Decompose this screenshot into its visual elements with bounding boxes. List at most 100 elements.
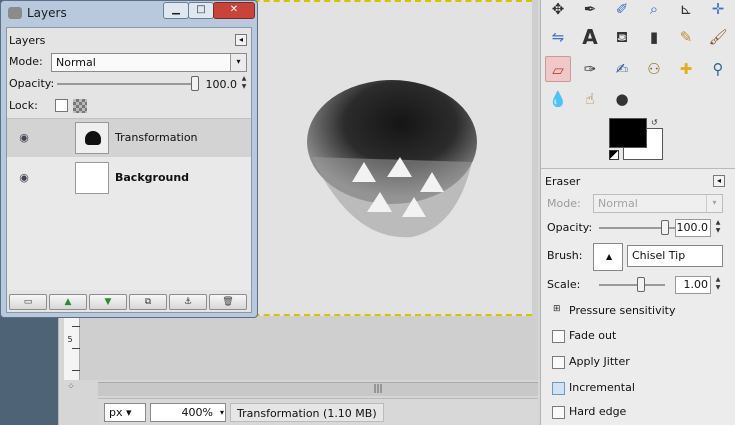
toolbox: ✥ ✒ ✐ ⌕ ⊾ ✛ ⇋ A ⛾ ▮ ✎ 🖌 ▱ ✑ ✍ ⚇ ✚ ⚲ 💧 ☝ …	[540, 0, 735, 425]
hard-edge-option[interactable]: Hard edge	[541, 401, 735, 423]
hard-edge-checkbox[interactable]	[552, 406, 565, 419]
swap-colors-icon[interactable]: ↺	[651, 118, 658, 127]
tool-options-title: Eraser	[545, 175, 581, 188]
lock-pixels-checkbox[interactable]	[55, 99, 68, 112]
raise-layer-icon[interactable]: ▲	[49, 294, 87, 310]
new-layer-icon[interactable]: ▭	[9, 294, 47, 310]
mode-value: Normal	[598, 197, 638, 210]
layer-row-transformation[interactable]: ◉ Transformation	[7, 119, 251, 157]
dodge-burn-tool-icon[interactable]: ●	[609, 86, 635, 112]
ink-tool-icon[interactable]: ✍	[609, 56, 635, 82]
apply-jitter-checkbox[interactable]	[552, 356, 565, 369]
mode-label: Mode:	[547, 197, 581, 210]
delete-layer-icon[interactable]: 🗑	[209, 294, 247, 310]
opacity-spinner[interactable]: ▲ ▼	[239, 75, 249, 93]
minimize-button[interactable]: ▁	[163, 2, 189, 19]
color-picker-tool-icon[interactable]: ✐	[609, 0, 635, 22]
expander-plus-icon[interactable]: ⊞	[553, 304, 561, 314]
opacity-slider-handle[interactable]	[661, 220, 669, 235]
reset-colors-icon[interactable]	[609, 150, 619, 160]
layer-name[interactable]: Background	[115, 171, 189, 184]
eye-icon[interactable]: ◉	[17, 171, 31, 185]
scale-slider-track[interactable]	[599, 284, 665, 286]
brush-name-field[interactable]: Chisel Tip	[627, 245, 723, 267]
pressure-sensitivity-label[interactable]: Pressure sensitivity	[569, 304, 675, 317]
clone-tool-icon[interactable]: ⚇	[641, 56, 667, 82]
tool-options-panel: Eraser ◂ Mode: Normal ▾ Opacity: 100.0 ▲…	[541, 168, 735, 425]
paths-tool-icon[interactable]: ✒	[577, 0, 603, 22]
apply-jitter-label[interactable]: Apply Jitter	[569, 355, 630, 368]
perspective-clone-tool-icon[interactable]: ⚲	[705, 56, 731, 82]
flip-tool-icon[interactable]: ⇋	[545, 24, 571, 50]
fade-out-checkbox[interactable]	[552, 330, 565, 343]
mode-label: Mode:	[9, 55, 43, 68]
brush-label: Brush:	[547, 249, 583, 262]
smudge-tool-icon[interactable]: ☝	[577, 86, 603, 112]
gimp-app-icon	[8, 7, 22, 19]
blur-tool-icon[interactable]: 💧	[545, 86, 571, 112]
ruler-tick	[72, 326, 80, 327]
layer-list: ◉ Transformation ◉ Background	[7, 118, 251, 290]
zoom-select[interactable]: 400% ▾	[150, 403, 226, 422]
eraser-tool-icon[interactable]: ▱	[545, 56, 571, 82]
hard-edge-label[interactable]: Hard edge	[569, 405, 626, 418]
tab-menu-icon[interactable]: ◂	[235, 34, 247, 46]
apply-jitter-option[interactable]: Apply Jitter	[541, 351, 735, 373]
opacity-slider-handle[interactable]	[191, 76, 199, 91]
measure-tool-icon[interactable]: ⊾	[673, 0, 699, 22]
airbrush-tool-icon[interactable]: ✑	[577, 56, 603, 82]
pencil-tool-icon[interactable]: ✎	[673, 24, 699, 50]
paintbrush-tool-icon[interactable]: 🖌	[705, 24, 731, 50]
scale-slider-handle[interactable]	[637, 277, 645, 292]
opacity-value[interactable]: 100.0	[675, 219, 711, 237]
opacity-value[interactable]: 100.0	[203, 76, 238, 93]
duplicate-layer-icon[interactable]: ⧉	[129, 294, 167, 310]
chevron-down-icon[interactable]: ▾	[230, 54, 246, 71]
pressure-row[interactable]: ⊞ Pressure sensitivity	[541, 300, 735, 322]
eye-icon[interactable]: ◉	[17, 131, 31, 145]
opacity-spinner[interactable]: ▲ ▼	[713, 219, 723, 237]
close-button[interactable]: ✕	[213, 2, 255, 19]
mode-select[interactable]: Normal ▾	[51, 53, 247, 72]
dialog-title: Layers	[9, 34, 46, 47]
tab-menu-icon[interactable]: ◂	[713, 175, 725, 187]
brush-stroke-image	[307, 80, 477, 238]
quick-mask-toggle[interactable]: ⁘	[62, 382, 80, 396]
window-titlebar[interactable]: Layers ▁ □ ✕	[1, 1, 257, 27]
incremental-label[interactable]: Incremental	[569, 381, 635, 394]
status-bar: px ▾ 400% ▾ Transformation (1.10 MB)	[98, 398, 538, 425]
move-tool-icon[interactable]: ✛	[705, 0, 731, 22]
incremental-checkbox[interactable]	[552, 382, 565, 395]
foreground-color-swatch[interactable]	[609, 118, 647, 148]
brush-shape-icon: ▲	[606, 252, 613, 261]
layer-row-background[interactable]: ◉ Background	[7, 159, 251, 197]
heal-tool-icon[interactable]: ✚	[673, 56, 699, 82]
anchor-layer-icon[interactable]: ⚓	[169, 294, 207, 310]
incremental-option[interactable]: Incremental	[541, 377, 735, 399]
opacity-label: Opacity:	[9, 77, 55, 90]
maximize-button[interactable]: □	[188, 2, 214, 19]
scrollbar-grip-icon[interactable]: |||	[368, 384, 388, 395]
layers-window: Layers ▁ □ ✕ Layers ◂ Mode: Normal ▾ Opa…	[0, 0, 258, 318]
scale-spinner[interactable]: ▲ ▼	[713, 276, 723, 294]
fade-out-label[interactable]: Fade out	[569, 329, 616, 342]
layer-button-bar: ▭ ▲ ▼ ⧉ ⚓ 🗑	[7, 292, 251, 312]
blend-tool-icon[interactable]: ▮	[641, 24, 667, 50]
opacity-label: Opacity:	[547, 221, 593, 234]
brush-preview[interactable]: ▲	[593, 243, 623, 271]
lower-layer-icon[interactable]: ▼	[89, 294, 127, 310]
bucket-fill-tool-icon[interactable]: ⛾	[609, 24, 635, 50]
chevron-down-icon[interactable]: ▾	[220, 404, 224, 421]
fade-out-option[interactable]: Fade out	[541, 325, 735, 347]
scale-value[interactable]: 1.00	[675, 276, 711, 294]
lock-alpha-icon[interactable]	[73, 99, 87, 113]
unit-select[interactable]: px ▾	[104, 403, 146, 422]
opacity-slider-track[interactable]	[57, 83, 197, 85]
align-tool-icon[interactable]: ✥	[545, 0, 571, 22]
zoom-tool-icon[interactable]: ⌕	[641, 0, 667, 22]
text-tool-icon[interactable]: A	[577, 24, 603, 50]
layer-name[interactable]: Transformation	[115, 131, 198, 144]
color-area: ↺	[609, 118, 665, 166]
status-message: Transformation (1.10 MB)	[230, 403, 384, 422]
horizontal-scrollbar[interactable]: |||	[98, 382, 538, 396]
